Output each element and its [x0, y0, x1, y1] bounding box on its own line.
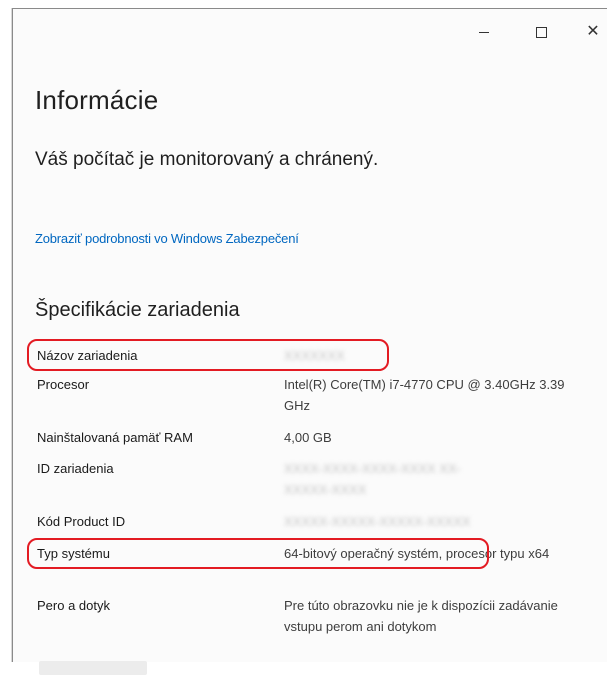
minimize-icon: [479, 32, 489, 33]
spec-label: Pero a dotyk: [37, 598, 110, 613]
title-bar: ✕: [13, 9, 607, 53]
spec-label: Kód Product ID: [37, 514, 126, 529]
spec-value: 4,00 GB: [284, 430, 332, 445]
windows-security-link[interactable]: Zobraziť podrobnosti vo Windows Zabezpeč…: [35, 231, 299, 246]
close-icon: ✕: [586, 23, 600, 40]
maximize-button[interactable]: [530, 21, 552, 43]
page-title: Informácie: [35, 85, 159, 115]
spec-value: XXXXX-XXXXX-XXXXX-XXXXX: [284, 514, 471, 529]
security-status-text: Váš počítač je monitorovaný a chránený.: [35, 149, 379, 170]
spec-label: Názov zariadenia: [37, 348, 138, 363]
spec-value: Pre túto obrazovku nie je k dispozícii z…: [284, 598, 558, 634]
spec-value: 64-bitový operačný systém, procesor typu…: [284, 546, 550, 561]
spec-label: Procesor: [37, 377, 90, 392]
spec-label: ID zariadenia: [37, 461, 114, 476]
device-specs-heading: Špecifikácie zariadenia: [35, 299, 240, 321]
spec-label: Nainštalovaná pamäť RAM: [37, 430, 193, 445]
maximize-icon: [536, 27, 547, 38]
spec-value: Intel(R) Core(TM) i7-4770 CPU @ 3.40GHz …: [284, 377, 565, 413]
spec-value: XXXXXXX: [284, 348, 345, 363]
settings-window: ✕ Informácie Váš počítač je monitorovaný…: [12, 8, 607, 675]
close-button[interactable]: ✕: [582, 21, 604, 43]
copy-button[interactable]: [39, 661, 147, 675]
minimize-button[interactable]: [473, 21, 495, 43]
spec-label: Typ systému: [37, 546, 110, 561]
spec-value: XXXX-XXXX-XXXX-XXXX XX-XXXXX-XXXX: [284, 461, 462, 497]
